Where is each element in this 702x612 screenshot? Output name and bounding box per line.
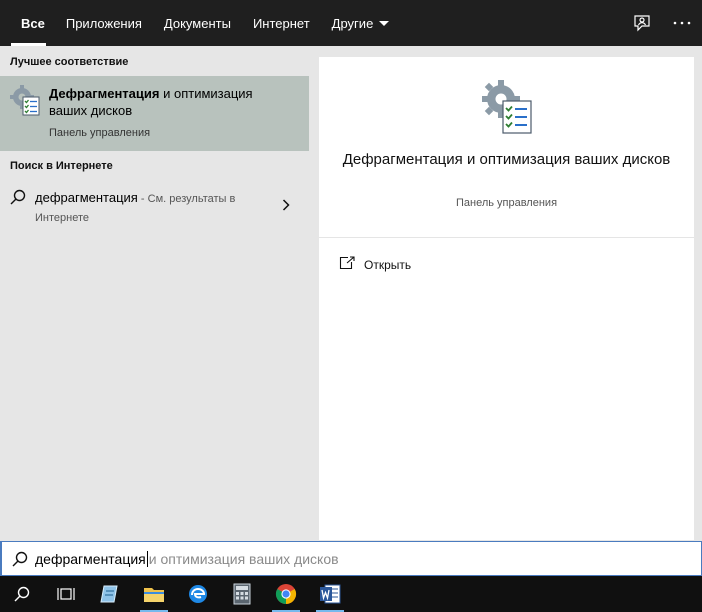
- chevron-down-icon: [379, 20, 390, 26]
- task-view-icon[interactable]: [44, 576, 88, 612]
- tab-apps-label: Приложения: [65, 15, 142, 31]
- search-icon[interactable]: [0, 576, 44, 612]
- search-query: дефрагментация и оптимизация ваших дисков: [35, 551, 339, 567]
- web-search-query: дефрагментация: [35, 190, 138, 205]
- tab-documents-label: Документы: [163, 15, 231, 31]
- tab-web[interactable]: Интернет: [242, 0, 321, 46]
- detail-panel: Дефрагментация и оптимизация ваших диско…: [319, 57, 694, 540]
- web-search-heading: Поиск в Интернете: [10, 160, 113, 172]
- best-match-title-bold: Дефрагментация: [49, 86, 160, 101]
- tab-all-label: Все: [21, 15, 45, 31]
- defrag-icon: [481, 79, 533, 135]
- best-match-subtitle: Панель управления: [49, 127, 151, 139]
- tab-web-label: Интернет: [252, 15, 310, 31]
- tab-more[interactable]: Другие: [321, 0, 401, 46]
- taskbar: [0, 576, 702, 612]
- chrome-icon[interactable]: [264, 576, 308, 612]
- tab-more-label: Другие: [331, 15, 374, 31]
- best-match-title: Дефрагментация и оптимизация ваших диско…: [49, 85, 279, 119]
- best-match-heading: Лучшее соответствие: [10, 56, 129, 68]
- tab-apps[interactable]: Приложения: [55, 0, 153, 46]
- search-tab-bar: Все Приложения Документы Интернет Другие: [0, 0, 702, 46]
- open-label: Открыть: [364, 258, 412, 272]
- search-input[interactable]: дефрагментация и оптимизация ваших дисков: [0, 541, 702, 576]
- tab-documents[interactable]: Документы: [153, 0, 242, 46]
- detail-subtitle: Панель управления: [455, 197, 558, 209]
- feedback-icon[interactable]: [622, 0, 662, 46]
- search-icon: [10, 189, 26, 210]
- best-match-result[interactable]: Дефрагментация и оптимизация ваших диско…: [0, 76, 309, 151]
- results-panel: Лучшее соответствие Дефрагментация и опт…: [0, 46, 309, 540]
- defrag-icon: [9, 85, 41, 117]
- detail-title: Дефрагментация и оптимизация ваших диско…: [342, 151, 671, 168]
- edge-icon[interactable]: [176, 576, 220, 612]
- chevron-right-icon[interactable]: [282, 198, 290, 216]
- search-suggestion: и оптимизация ваших дисков: [148, 551, 339, 567]
- more-icon[interactable]: [662, 0, 702, 46]
- file-explorer-icon[interactable]: [132, 576, 176, 612]
- word-icon[interactable]: [308, 576, 352, 612]
- divider: [319, 237, 694, 238]
- web-search-text: дефрагментация - См. результаты в Интерн…: [35, 189, 265, 227]
- calculator-icon[interactable]: [220, 576, 264, 612]
- open-button[interactable]: Открыть: [339, 255, 411, 275]
- open-icon: [339, 255, 355, 275]
- notepad-icon[interactable]: [88, 576, 132, 612]
- search-icon: [12, 551, 28, 572]
- tab-all[interactable]: Все: [0, 0, 55, 46]
- web-search-result[interactable]: дефрагментация - См. результаты в Интерн…: [0, 179, 309, 229]
- search-typed-text: дефрагментация: [35, 551, 146, 567]
- text-caret: [146, 551, 148, 567]
